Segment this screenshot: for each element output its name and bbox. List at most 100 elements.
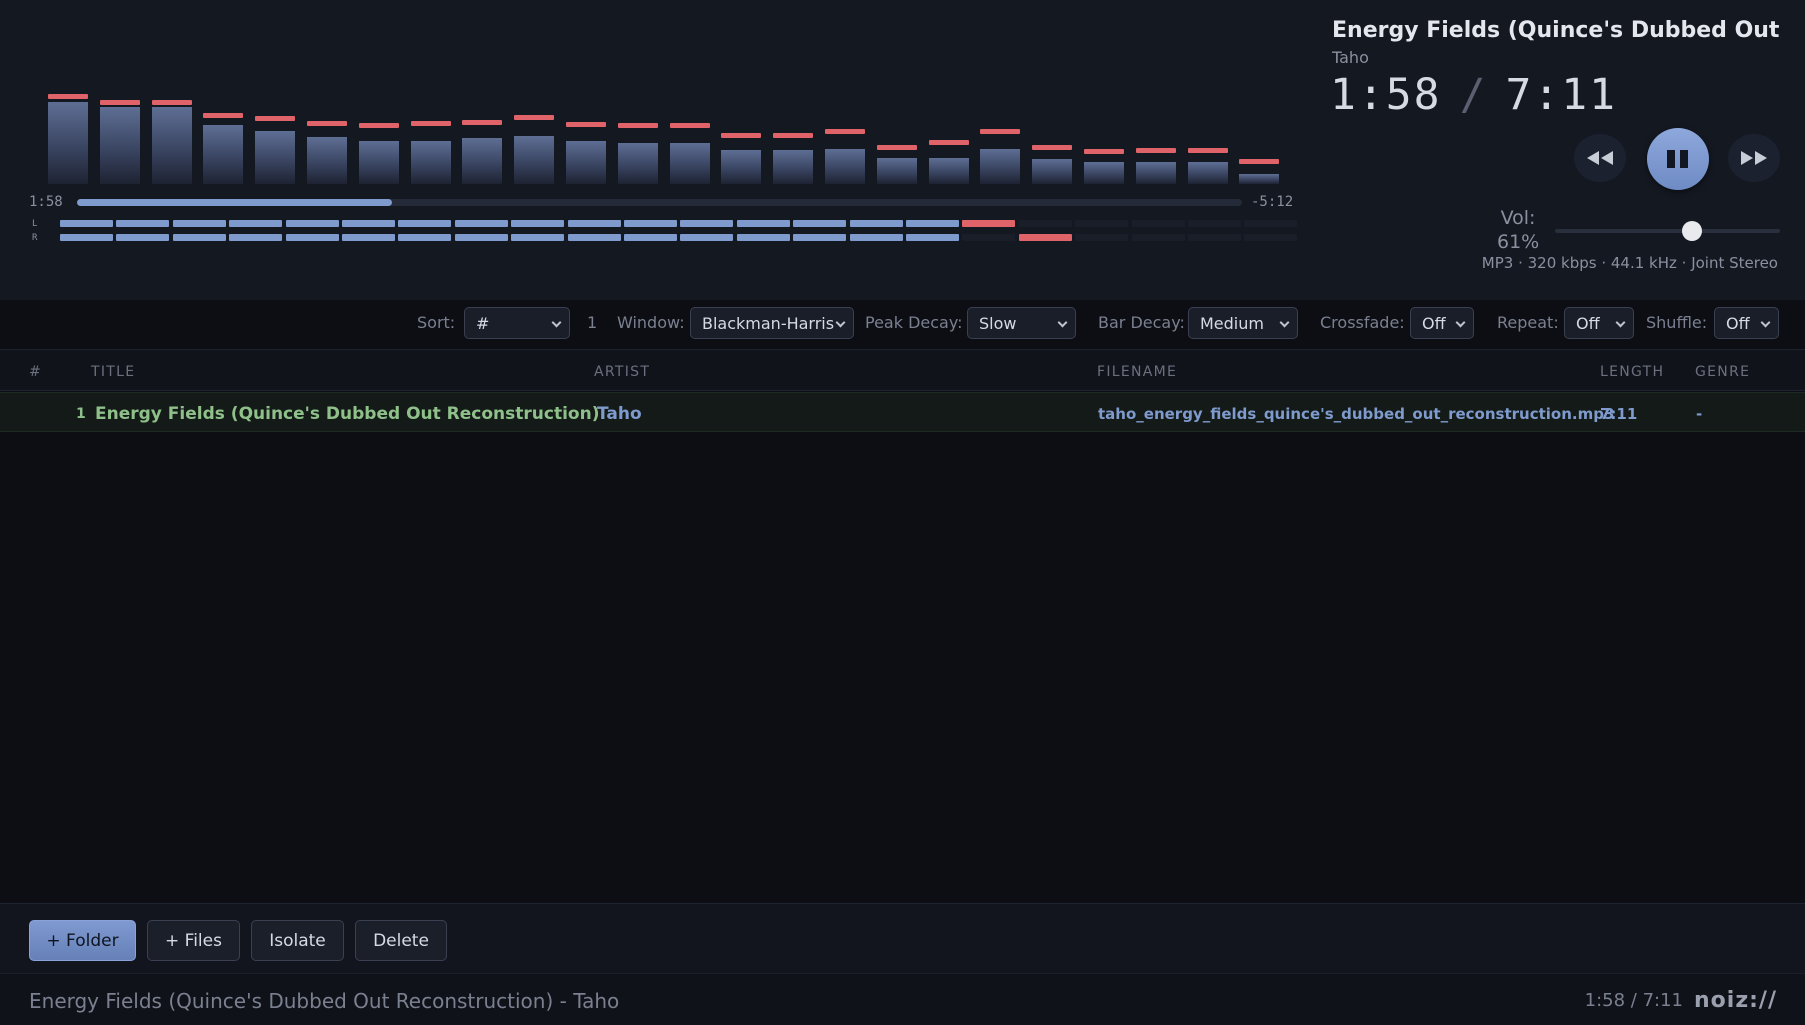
meter-segment — [398, 234, 452, 241]
column-length[interactable]: LENGTH — [1600, 364, 1664, 380]
peak-decay-select[interactable]: Slow — [967, 307, 1076, 339]
column-number[interactable]: # — [29, 364, 42, 380]
shuffle-select[interactable]: Off — [1714, 307, 1779, 339]
action-bar: + Folder + Files Isolate Delete — [0, 903, 1805, 973]
spectrum-bar-fill — [358, 140, 399, 184]
column-artist[interactable]: ARTIST — [594, 364, 650, 380]
meter-segment — [736, 234, 790, 241]
window-select[interactable]: Blackman-Harris — [690, 307, 854, 339]
meter-segment — [342, 220, 395, 227]
spectrum-bar-fill — [255, 131, 296, 184]
elapsed-time-small: 1:58 — [29, 194, 63, 210]
spectrum-peak-marker — [1032, 145, 1073, 151]
spectrum-bar — [255, 78, 296, 184]
meter-segment — [342, 234, 395, 241]
sort-select[interactable]: # — [464, 307, 570, 339]
spectrum-bar-fill — [307, 137, 347, 184]
previous-button[interactable] — [1574, 134, 1626, 182]
repeat-label: Repeat: — [1497, 313, 1559, 332]
time-separator: / — [1459, 70, 1488, 120]
meter-segment — [172, 220, 226, 227]
meter-segment — [116, 234, 170, 241]
rewind-icon — [1587, 151, 1613, 165]
meter-segment — [567, 220, 621, 227]
spectrum-bar — [1187, 78, 1228, 184]
spectrum-bar-fill — [99, 106, 140, 184]
spectrum-bar-fill — [1084, 161, 1124, 184]
isolate-button[interactable]: Isolate — [251, 920, 344, 961]
spectrum-peak-marker — [255, 116, 296, 122]
time-display: 1:58 / 7:11 — [1330, 70, 1617, 120]
play-pause-button[interactable] — [1647, 128, 1709, 190]
spectrum-bar — [48, 78, 88, 184]
seek-bar[interactable] — [77, 199, 1242, 206]
channel-left-label: L — [32, 219, 38, 229]
spectrum-bar-fill — [1239, 174, 1280, 184]
level-meter-right — [60, 234, 1298, 241]
meter-segment — [1244, 234, 1298, 241]
meter-segment — [1075, 220, 1129, 227]
window-value: Blackman-Harris — [702, 314, 835, 333]
spectrum-bar — [1239, 78, 1280, 184]
spectrum-peak-marker — [358, 122, 399, 128]
spectrum-peak-marker — [928, 139, 969, 145]
status-now-playing: Energy Fields (Quince's Dubbed Out Recon… — [29, 989, 620, 1013]
spectrum-bar — [617, 78, 658, 184]
spectrum-bar-fill — [980, 149, 1021, 184]
seek-bar-fill — [77, 199, 392, 206]
add-folder-button[interactable]: + Folder — [29, 920, 136, 961]
bar-decay-select[interactable]: Medium — [1188, 307, 1298, 339]
peak-decay-label: Peak Decay: — [865, 313, 963, 332]
meter-segment — [229, 220, 283, 227]
spectrum-peak-marker — [203, 113, 244, 119]
spectrum-bar-fill — [462, 138, 503, 184]
spectrum-bar-fill — [1187, 161, 1228, 184]
meter-segment — [624, 234, 677, 241]
meter-segment — [793, 234, 847, 241]
meter-segment — [1131, 220, 1185, 227]
options-bar: Sort: # 1 Window: Blackman-Harris Peak D… — [0, 305, 1805, 339]
row-title: Energy Fields (Quince's Dubbed Out Recon… — [95, 404, 600, 424]
meter-segment — [567, 234, 621, 241]
add-files-button[interactable]: + Files — [147, 920, 240, 961]
spectrum-bar — [410, 78, 451, 184]
column-filename[interactable]: FILENAME — [1097, 364, 1177, 380]
chevron-down-icon — [1455, 317, 1466, 328]
player-header: 1:58 -5:12 L R Energy Fields (Quince's D… — [0, 0, 1805, 300]
spectrum-bar — [825, 78, 865, 184]
spectrum-peak-marker — [566, 121, 606, 127]
spectrum-bar-fill — [825, 149, 865, 184]
meter-segment — [906, 234, 959, 241]
track-format-info: MP3 · 320 kbps · 44.1 kHz · Joint Stereo — [1481, 254, 1778, 272]
spectrum-bar — [1084, 78, 1124, 184]
spectrum-bar — [203, 78, 244, 184]
delete-button[interactable]: Delete — [355, 920, 447, 961]
now-playing-artist: Taho — [1332, 48, 1369, 67]
meter-segment — [906, 220, 959, 227]
spectrum-peak-marker — [48, 94, 88, 100]
spectrum-bar-fill — [876, 157, 917, 184]
volume-knob[interactable] — [1682, 221, 1703, 241]
spectrum-peak-marker — [825, 129, 865, 135]
spectrum-bar — [721, 78, 762, 184]
meter-segment — [849, 220, 903, 227]
meter-segment — [229, 234, 283, 241]
column-title[interactable]: TITLE — [91, 364, 135, 380]
meter-segment — [624, 220, 677, 227]
crossfade-value: Off — [1422, 314, 1446, 333]
repeat-value: Off — [1576, 314, 1600, 333]
meter-segment — [1244, 220, 1298, 227]
status-bar: Energy Fields (Quince's Dubbed Out Recon… — [0, 973, 1805, 1025]
meter-segment — [60, 220, 113, 227]
repeat-select[interactable]: Off — [1564, 307, 1634, 339]
spectrum-bar — [1032, 78, 1073, 184]
next-button[interactable] — [1728, 134, 1780, 182]
spectrum-bar-fill — [151, 106, 192, 184]
column-genre[interactable]: GENRE — [1695, 364, 1750, 380]
crossfade-select[interactable]: Off — [1410, 307, 1474, 339]
remaining-time-small: -5:12 — [1251, 194, 1294, 210]
table-row[interactable]: 1 Energy Fields (Quince's Dubbed Out Rec… — [0, 392, 1805, 432]
fast-forward-icon — [1741, 151, 1767, 165]
volume-slider[interactable] — [1555, 221, 1780, 241]
row-artist[interactable]: Taho — [597, 404, 642, 424]
